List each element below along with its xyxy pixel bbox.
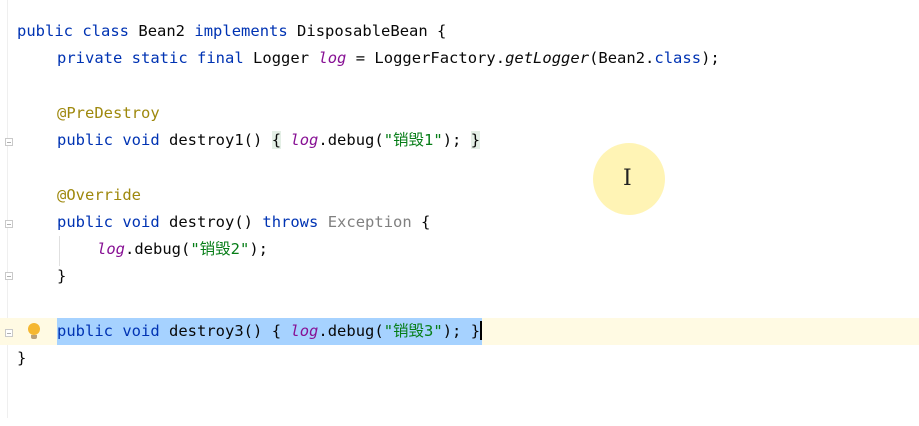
brace: } <box>470 322 481 340</box>
factory-name: LoggerFactory. <box>374 49 506 67</box>
argument: (Bean2. <box>589 49 655 67</box>
folded-brace[interactable]: { <box>271 131 282 149</box>
field-name: log <box>97 240 125 258</box>
code-line-3[interactable]: @PreDestroy <box>0 100 919 127</box>
code-line-6[interactable]: public void destroy() throws Exception { <box>0 209 919 236</box>
code-line-10[interactable]: } <box>0 345 919 372</box>
keyword: public <box>57 213 113 231</box>
fold-icon[interactable] <box>5 329 13 337</box>
code-line-5[interactable]: @Override <box>0 182 919 209</box>
keyword: private <box>57 49 123 67</box>
keyword: public <box>57 322 113 340</box>
brace: } <box>17 349 27 367</box>
keyword: void <box>122 322 160 340</box>
code-line-7[interactable]: log.debug("销毁2"); <box>0 236 919 263</box>
keyword: void <box>122 131 160 149</box>
method-call: .debug( <box>318 131 384 149</box>
class-name: Bean2 <box>138 22 186 40</box>
field-name: log <box>290 131 319 149</box>
code-line-1[interactable]: public class Bean2 implements Disposable… <box>0 18 919 45</box>
method-name: getLogger <box>505 49 590 67</box>
annotation: @Override <box>57 186 141 204</box>
code-line-9[interactable]: public void destroy3() { log.debug("销毁3"… <box>0 318 919 345</box>
text-cursor-icon: I <box>623 166 632 191</box>
keyword: public <box>17 22 73 40</box>
code-line-8[interactable]: } <box>0 263 919 290</box>
string-literal: "销毁3" <box>383 322 443 340</box>
code-line-4[interactable]: public void destroy1() { log.debug("销毁1"… <box>0 127 919 154</box>
code-editor[interactable]: public class Bean2 implements Disposable… <box>0 0 919 418</box>
statement-end: ); <box>442 322 462 340</box>
brace: { <box>421 213 431 231</box>
method-call: .debug( <box>125 240 191 258</box>
method-name: destroy1() <box>169 131 263 149</box>
keyword: final <box>197 49 244 67</box>
method-name: destroy3() <box>169 322 263 340</box>
annotation: @PreDestroy <box>57 104 160 122</box>
string-literal: "销毁1" <box>383 131 443 149</box>
statement-end: ); <box>701 49 720 67</box>
string-literal: "销毁2" <box>190 240 250 258</box>
lightbulb-icon[interactable] <box>28 323 40 339</box>
brace: } <box>57 267 67 285</box>
method-call: .debug( <box>318 322 384 340</box>
text-caret <box>480 321 483 340</box>
statement-end: ); <box>442 131 462 149</box>
interface-name: DisposableBean <box>297 22 428 40</box>
operator: = <box>355 49 366 67</box>
statement-end: ); <box>249 240 268 258</box>
method-name: destroy() <box>169 213 254 231</box>
keyword: void <box>122 213 160 231</box>
keyword: class <box>654 49 702 67</box>
keyword: class <box>82 22 130 40</box>
code-line-2[interactable]: private static final Logger log = Logger… <box>0 45 919 72</box>
keyword: throws <box>262 213 319 231</box>
brace: { <box>437 22 447 40</box>
exception-name: Exception <box>327 213 412 231</box>
field-name: log <box>290 322 319 340</box>
type-name: Logger <box>253 49 310 67</box>
field-name: log <box>318 49 347 67</box>
keyword: implements <box>194 22 288 40</box>
folded-brace[interactable]: } <box>470 131 481 149</box>
brace: { <box>271 322 282 340</box>
keyword: public <box>57 131 113 149</box>
keyword: static <box>131 49 188 67</box>
